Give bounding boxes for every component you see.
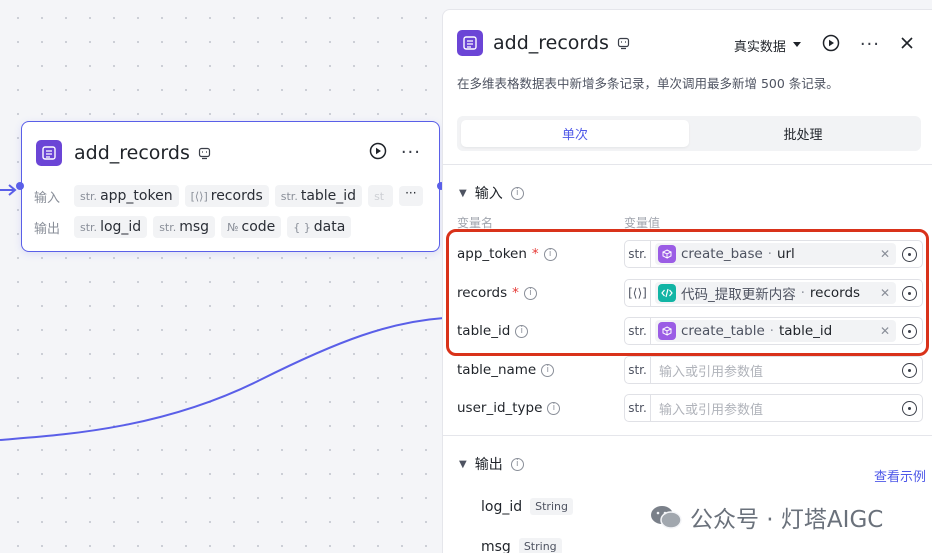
output-section-title: 输出 — [474, 457, 503, 473]
more-icon[interactable]: ··· — [860, 36, 880, 54]
param-placeholder[interactable]: 输入或引用参数值 — [659, 361, 902, 380]
output-chip: str. log_id — [74, 216, 148, 238]
plugin-badge-icon — [198, 147, 211, 160]
wechat-icon — [651, 506, 682, 529]
view-example-link[interactable]: 查看示例 — [874, 466, 926, 485]
info-icon: i — [541, 363, 555, 377]
node-inputs-row: 输入 str. app_token [⟨⟩] records str. table_i… — [34, 185, 423, 207]
more-inputs-button[interactable]: ··· — [399, 186, 423, 206]
tab-batch[interactable]: 批处理 — [689, 120, 917, 147]
mode-tabs: 单次 批处理 — [457, 116, 921, 151]
chevron-down-icon: ▼ — [459, 458, 467, 470]
variable-picker-icon[interactable] — [902, 400, 917, 416]
output-item: msg String — [481, 538, 562, 553]
watermark-text: 公众号 · 灯塔AIGC — [690, 507, 884, 533]
input-chip-truncated: st — [368, 185, 394, 207]
inputs-label: 输入 — [34, 190, 61, 206]
type-tag: str. — [625, 357, 651, 383]
run-icon[interactable] — [822, 34, 840, 56]
output-name: log_id — [481, 498, 523, 515]
highlight-box — [446, 229, 929, 356]
close-icon[interactable] — [900, 36, 914, 54]
input-section-header[interactable]: ▼ 输入 i — [459, 183, 524, 203]
param-placeholder[interactable]: 输入或引用参数值 — [659, 399, 902, 418]
outputs-label: 输出 — [34, 221, 61, 237]
info-icon: i — [510, 457, 524, 471]
param-name: table_name — [457, 362, 537, 378]
input-port[interactable] — [16, 182, 24, 190]
chevron-down-icon: ▼ — [459, 187, 467, 199]
data-mode-label: 真实数据 — [733, 39, 786, 55]
param-value-field[interactable]: str. 输入或引用参数值 — [624, 356, 923, 384]
param-value-field[interactable]: str. 输入或引用参数值 — [624, 394, 923, 422]
output-section-header[interactable]: ▼ 输出 i — [459, 454, 524, 474]
plugin-badge-icon — [617, 37, 630, 50]
input-chip: [⟨⟩] records — [184, 185, 269, 207]
node-title: add_records — [74, 142, 190, 164]
input-section-title: 输入 — [474, 186, 503, 202]
panel-title: add_records — [493, 32, 609, 54]
output-chip: str. msg — [153, 216, 216, 238]
bitable-icon — [36, 140, 62, 166]
param-row-user-id-type: user_id_type i str. 输入或引用参数值 — [457, 393, 923, 423]
panel-description: 在多维表格数据表中新增多条记录，单次调用最多新增 500 条记录。 — [457, 76, 839, 91]
variable-picker-icon[interactable] — [902, 362, 917, 378]
output-name: msg — [481, 538, 511, 553]
param-row-table-name: table_name i str. 输入或引用参数值 — [457, 355, 923, 385]
node-outputs-row: 输出 str. log_id str. msg № code { } data — [34, 216, 352, 238]
edge-curve — [0, 317, 445, 441]
divider — [443, 435, 932, 436]
param-name: user_id_type — [457, 400, 543, 416]
run-icon[interactable] — [369, 142, 387, 164]
output-chip: № code — [221, 216, 282, 238]
more-icon[interactable]: ··· — [401, 144, 421, 162]
divider — [443, 164, 932, 165]
output-chip: { } data — [287, 216, 352, 238]
tab-single[interactable]: 单次 — [461, 120, 689, 147]
info-icon: i — [510, 186, 524, 200]
input-chip: str. table_id — [274, 185, 363, 207]
watermark: 公众号 · 灯塔AIGC — [650, 500, 883, 534]
info-icon: i — [547, 401, 561, 415]
output-type: String — [518, 538, 562, 553]
caret-down-icon — [792, 42, 801, 47]
output-item: log_id String — [481, 498, 573, 515]
output-type: String — [530, 498, 573, 515]
add-records-node[interactable]: add_records ··· 输入 str. app_token [⟨⟩] rec… — [16, 121, 445, 252]
bitable-icon — [457, 30, 483, 56]
data-mode-dropdown[interactable]: 真实数据 — [734, 36, 802, 55]
type-tag: str. — [625, 395, 651, 421]
input-chip: str. app_token — [74, 185, 179, 207]
